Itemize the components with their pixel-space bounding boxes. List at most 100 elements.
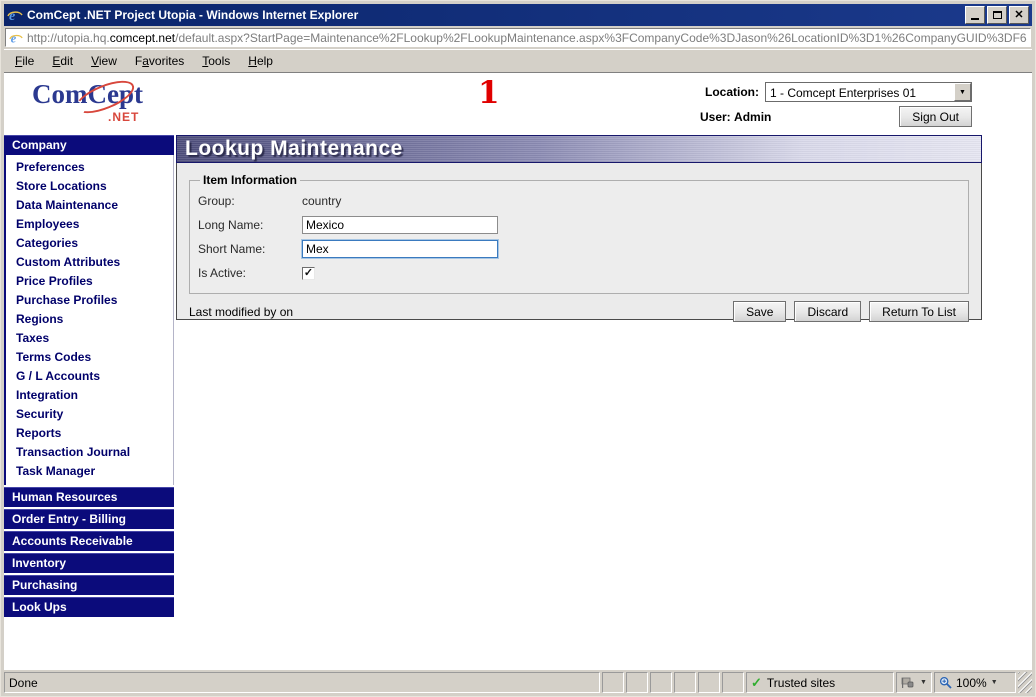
sign-out-button[interactable]: Sign Out [899, 106, 972, 127]
sidebar-section-inventory[interactable]: Inventory [4, 553, 174, 573]
chevron-down-icon[interactable]: ▼ [954, 83, 971, 101]
location-selected-value: 1 - Comcept Enterprises 01 [770, 86, 917, 100]
maximize-button[interactable] [987, 6, 1007, 24]
svg-text:e: e [9, 9, 15, 23]
sidebar-item-categories[interactable]: Categories [6, 234, 173, 253]
window-titlebar: e ComCept .NET Project Utopia - Windows … [4, 4, 1032, 26]
page-ie-icon: e [9, 31, 23, 45]
url-suffix: /default.aspx?StartPage=Maintenance%2FLo… [175, 30, 1027, 45]
sidebar-item-task-manager[interactable]: Task Manager [6, 462, 173, 481]
sidebar-section-look-ups[interactable]: Look Ups [4, 597, 174, 617]
menu-help[interactable]: Help [239, 51, 282, 71]
minimize-button[interactable] [965, 6, 985, 24]
sidebar-item-terms-codes[interactable]: Terms Codes [6, 348, 173, 367]
content-panel: Item Information Group: country Long Nam… [176, 163, 982, 322]
site-body: Company Preferences Store Locations Data… [4, 135, 1032, 670]
zoom-icon [939, 676, 952, 689]
item-information-groupbox: Item Information Group: country Long Nam… [189, 173, 969, 294]
sidebar-section-order-entry-billing[interactable]: Order Entry - Billing [4, 509, 174, 529]
close-icon: ✕ [1014, 8, 1024, 21]
menu-view[interactable]: View [82, 51, 126, 71]
url-domain: comcept.net [109, 30, 176, 45]
panel-footer: Last modified by on Save Discard Return … [189, 294, 969, 330]
security-zone-icon [901, 677, 914, 688]
save-button[interactable]: Save [733, 301, 787, 322]
statusbar-panel [722, 672, 744, 693]
is-active-label: Is Active: [198, 266, 247, 280]
short-name-field[interactable] [301, 239, 499, 259]
sidebar-item-price-profiles[interactable]: Price Profiles [6, 272, 173, 291]
company-items-list: Preferences Store Locations Data Mainten… [4, 155, 174, 485]
page-title: Lookup Maintenance [176, 135, 982, 163]
menu-tools[interactable]: Tools [193, 51, 239, 71]
menu-edit[interactable]: Edit [43, 51, 82, 71]
minimize-icon [971, 18, 979, 20]
return-to-list-button[interactable]: Return To List [869, 301, 969, 322]
group-label: Group: [198, 194, 235, 208]
sidebar-item-employees[interactable]: Employees [6, 215, 173, 234]
close-button[interactable]: ✕ [1009, 6, 1029, 24]
sidebar-item-security[interactable]: Security [6, 405, 173, 424]
sidebar-section-human-resources[interactable]: Human Resources [4, 487, 174, 507]
statusbar-panel [602, 672, 624, 693]
window-title: ComCept .NET Project Utopia - Windows In… [27, 8, 359, 22]
status-bar: Done ✓ Trusted sites ▼ 100% ▼ [4, 670, 1032, 693]
location-select[interactable]: 1 - Comcept Enterprises 01 ▼ [765, 82, 972, 102]
sidebar-section-purchasing[interactable]: Purchasing [4, 575, 174, 595]
sidebar-section-company[interactable]: Company [4, 135, 174, 155]
location-label: Location: [705, 85, 759, 99]
ie-icon: e [7, 9, 23, 23]
main-panel: Lookup Maintenance Item Information Grou… [176, 135, 982, 322]
menu-file[interactable]: File [6, 51, 43, 71]
statusbar-panel [650, 672, 672, 693]
menu-favorites[interactable]: Favorites [126, 51, 193, 71]
user-value: Admin [734, 109, 772, 124]
zoom-level-text: 100% [956, 675, 987, 690]
group-row: Group: country [198, 189, 960, 213]
zone-text: Trusted sites [766, 675, 836, 690]
sidebar-item-preferences[interactable]: Preferences [6, 158, 173, 177]
user-label: User: Admin [700, 109, 772, 124]
is-active-checkbox[interactable] [302, 266, 315, 280]
short-name-row: Short Name: [198, 237, 960, 261]
long-name-label: Long Name: [198, 218, 264, 232]
status-text: Done [4, 672, 600, 693]
url-text: http://utopia.hq.comcept.net/default.asp… [27, 31, 1027, 45]
sidebar-item-custom-attributes[interactable]: Custom Attributes [6, 253, 173, 272]
groupbox-legend: Item Information [203, 173, 298, 187]
user-row: User: Admin Sign Out [700, 106, 972, 127]
last-modified-text: Last modified by on [189, 304, 294, 319]
sidebar-item-data-maintenance[interactable]: Data Maintenance [6, 196, 173, 215]
sidebar-item-store-locations[interactable]: Store Locations [6, 177, 173, 196]
protected-mode-panel[interactable]: ▼ [896, 672, 932, 693]
site-header: ComCept .NET 1 Location: 1 - Comcept Ent… [4, 73, 1032, 135]
sidebar-item-regions[interactable]: Regions [6, 310, 173, 329]
sidebar-item-purchase-profiles[interactable]: Purchase Profiles [6, 291, 173, 310]
discard-button[interactable]: Discard [794, 301, 862, 322]
check-icon: ✓ [751, 674, 762, 690]
long-name-row: Long Name: [198, 213, 960, 237]
logo-net-label: .NET [108, 110, 140, 124]
menu-bar: File Edit View Favorites Tools Help [4, 49, 1032, 71]
browser-window: e ComCept .NET Project Utopia - Windows … [0, 0, 1036, 697]
long-name-field[interactable] [302, 216, 498, 234]
chevron-down-icon: ▼ [990, 679, 998, 686]
sidebar-section-accounts-receivable[interactable]: Accounts Receivable [4, 531, 174, 551]
page-viewport: ComCept .NET 1 Location: 1 - Comcept Ent… [4, 72, 1032, 670]
comcept-logo: ComCept .NET [32, 74, 152, 129]
sidebar-nav: Company Preferences Store Locations Data… [4, 135, 174, 617]
chevron-down-icon: ▼ [920, 679, 927, 686]
zoom-panel[interactable]: 100% ▼ [934, 672, 1016, 693]
sidebar-item-integration[interactable]: Integration [6, 386, 173, 405]
sidebar-item-gl-accounts[interactable]: G / L Accounts [6, 367, 173, 386]
resize-grip[interactable] [1018, 672, 1032, 693]
url-input[interactable]: e http://utopia.hq.comcept.net/default.a… [5, 28, 1031, 47]
statusbar-panel [626, 672, 648, 693]
address-bar: e http://utopia.hq.comcept.net/default.a… [4, 26, 1032, 49]
statusbar-panel [698, 672, 720, 693]
footer-buttons: Save Discard Return To List [725, 301, 969, 322]
sidebar-item-taxes[interactable]: Taxes [6, 329, 173, 348]
location-row: Location: 1 - Comcept Enterprises 01 ▼ [705, 82, 972, 102]
sidebar-item-transaction-journal[interactable]: Transaction Journal [6, 443, 173, 462]
sidebar-item-reports[interactable]: Reports [6, 424, 173, 443]
